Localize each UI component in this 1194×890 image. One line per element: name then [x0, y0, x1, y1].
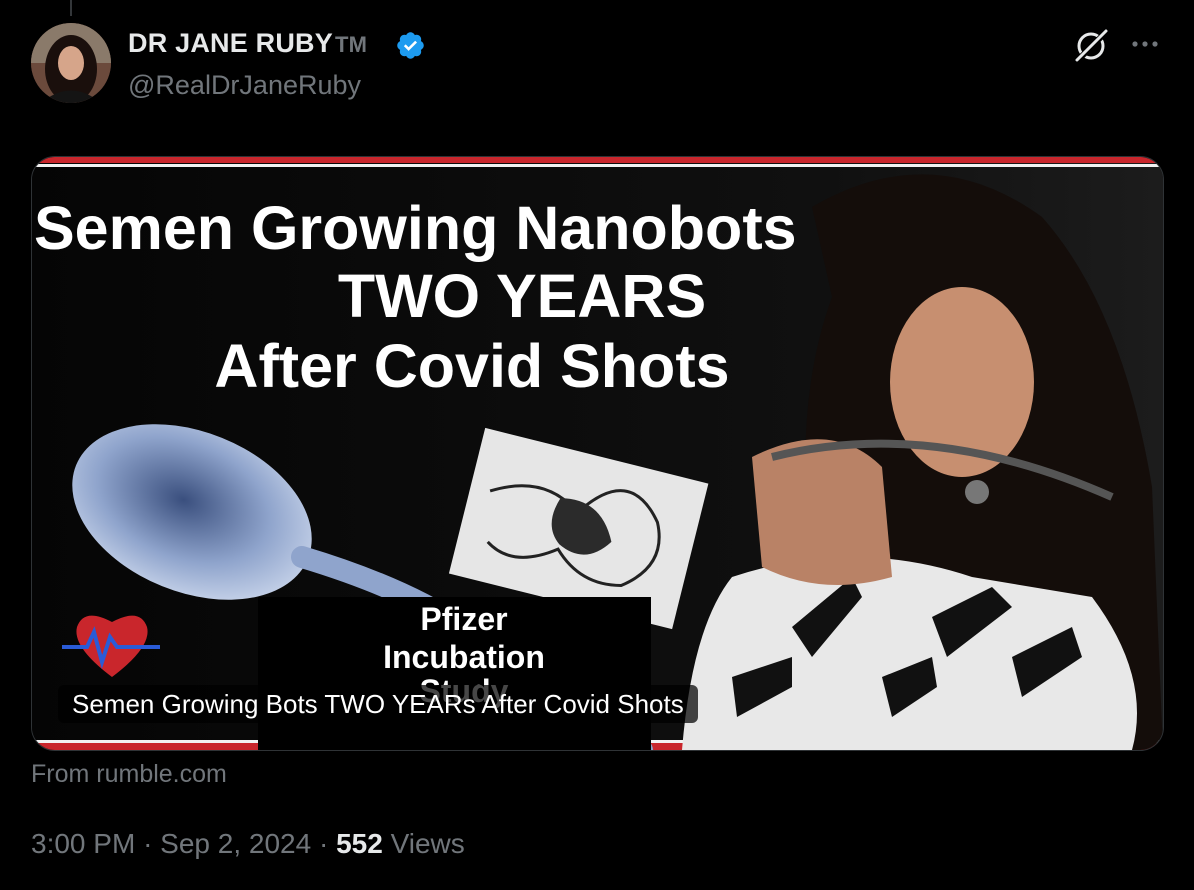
tweet-time: 3:00 PM [31, 828, 136, 859]
grok-icon[interactable] [1072, 27, 1110, 65]
meta-separator: · [318, 828, 329, 859]
meta-separator: · [143, 828, 153, 859]
incubation-box-text: Pfizer Incubation [258, 600, 670, 676]
verified-badge-icon[interactable] [395, 30, 426, 61]
author-display-name[interactable]: DR JANE RUBYTM [128, 28, 367, 59]
avatar-image [31, 23, 111, 103]
more-options-icon[interactable] [1128, 31, 1162, 57]
trademark-label: TM [334, 32, 368, 57]
thread-connector-line [70, 0, 72, 16]
timestamp-link[interactable]: 3:00 PM · Sep 2, 2024 [31, 828, 311, 859]
tweet-metadata: 3:00 PM · Sep 2, 2024 · 552 Views [31, 828, 465, 860]
link-preview-card[interactable]: Semen Growing Nanobots TWO YEARS After C… [31, 156, 1164, 751]
views-count: 552 [336, 828, 383, 859]
views-label: Views [390, 828, 465, 859]
author-handle[interactable]: @RealDrJaneRuby [128, 70, 361, 101]
card-source-link[interactable]: From rumble.com [31, 760, 227, 789]
author-name-text: DR JANE RUBY [128, 28, 333, 58]
card-title-overlay: Semen Growing Bots TWO YEARs After Covid… [58, 685, 698, 723]
incubation-box-line2: Incubation [383, 639, 545, 675]
avatar[interactable] [31, 23, 111, 103]
incubation-box-line1: Pfizer [420, 601, 508, 637]
card-headline-line3: After Covid Shots [214, 332, 730, 400]
tweet-date: Sep 2, 2024 [160, 828, 312, 859]
card-headline-line2: TWO YEARS [337, 262, 707, 330]
card-headline-line1: Semen Growing Nanobots [34, 194, 797, 262]
